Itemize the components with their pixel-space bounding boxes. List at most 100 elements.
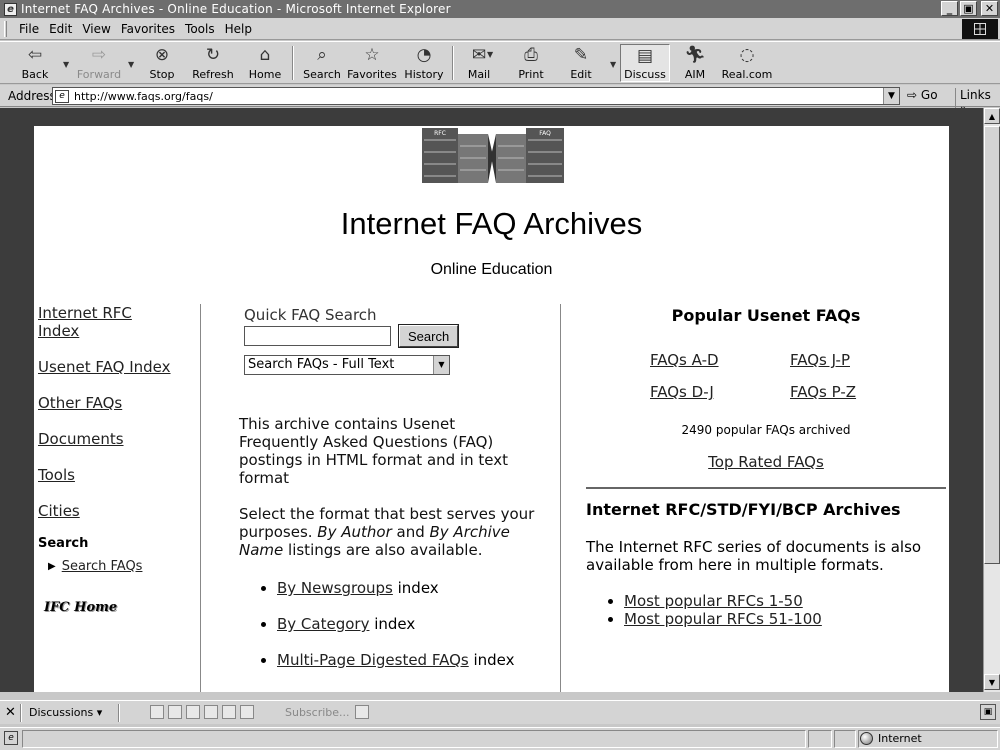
nav-link-tools[interactable]: Tools (38, 466, 198, 484)
link-popular-rfcs-1-50[interactable]: Most popular RFCs 1-50 (624, 592, 803, 610)
discussions-menu[interactable]: Discussions ▾ (29, 706, 102, 719)
home-button[interactable]: ⌂ Home (247, 44, 283, 82)
link-faqs-p-z[interactable]: FAQs P-Z (790, 383, 930, 401)
aim-button[interactable]: 🏃︎ AIM (680, 44, 710, 82)
menu-grip-handle[interactable] (4, 21, 7, 37)
previous-icon[interactable] (222, 705, 236, 719)
menu-tools[interactable]: Tools (180, 22, 220, 36)
scrollbar-thumb[interactable] (984, 126, 1000, 564)
link-popular-rfcs-51-100[interactable]: Most popular RFCs 51-100 (624, 610, 822, 628)
windows-logo-icon (962, 19, 998, 39)
scroll-up-icon[interactable]: ▲ (984, 108, 1000, 124)
scroll-down-icon[interactable]: ▼ (984, 674, 1000, 690)
address-url[interactable]: http://www.faqs.org/faqs/ (74, 90, 213, 103)
popular-faqs-heading: Popular Usenet FAQs (671, 306, 861, 325)
main-column: Quick FAQ Search Search Search FAQs - Fu… (239, 306, 559, 687)
go-button[interactable]: ⇨ Go (907, 88, 938, 102)
logo-label: USENET (463, 128, 484, 134)
vertical-scrollbar[interactable]: ▲ ▼ (983, 108, 1000, 692)
by-author-text: By Author (317, 523, 392, 541)
search-type-value: Search FAQs - Full Text (248, 357, 395, 372)
menu-favorites[interactable]: Favorites (116, 22, 180, 36)
list-suffix: index (468, 651, 515, 669)
discussion-action-icons (150, 705, 254, 719)
triangle-right-icon: ▶ (48, 561, 56, 572)
search-button[interactable]: ⌕ Search (302, 44, 342, 82)
address-dropdown-icon[interactable]: ▼ (883, 88, 899, 104)
close-button[interactable]: ✕ (981, 1, 998, 16)
format-text: listings are also available. (283, 541, 483, 559)
menu-view[interactable]: View (77, 22, 115, 36)
link-multi-page-digested[interactable]: Multi-Page Digested FAQs (277, 651, 469, 669)
show-hide-pane-icon[interactable] (355, 705, 369, 719)
refresh-button[interactable]: ↻ Refresh (192, 44, 234, 82)
history-button[interactable]: ◔ History (404, 44, 444, 82)
back-dropdown-icon[interactable]: ▼ (63, 60, 69, 69)
nav-link-usenet-faq-index[interactable]: Usenet FAQ Index (38, 358, 198, 376)
home-label: Home (248, 68, 282, 81)
restore-button[interactable]: ▣ (960, 1, 977, 16)
expand-all-icon[interactable] (186, 705, 200, 719)
address-input[interactable]: e http://www.faqs.org/faqs/ ▼ (52, 87, 900, 105)
aim-running-man-icon: 🏃︎ (684, 45, 706, 65)
print-button[interactable]: ⎙ Print (516, 44, 546, 82)
search-type-select[interactable]: Search FAQs - Full Text ▼ (244, 355, 450, 375)
link-by-newsgroups[interactable]: By Newsgroups (277, 579, 393, 597)
forward-button[interactable]: ⇨ Forward (76, 44, 122, 82)
favorites-button[interactable]: ☆ Favorites (347, 44, 397, 82)
mail-dropdown-icon[interactable]: ▼ (487, 50, 493, 59)
insert-discussion-icon[interactable] (150, 705, 164, 719)
discuss-icon: ▤ (636, 45, 654, 66)
nav-link-rfc-index[interactable]: Internet RFC Index (38, 304, 148, 340)
forward-dropdown-icon[interactable]: ▼ (128, 60, 134, 69)
close-icon[interactable]: ✕ (5, 705, 16, 720)
forward-arrow-icon: ⇨ (91, 45, 107, 65)
menu-edit[interactable]: Edit (44, 22, 77, 36)
quick-search-button[interactable]: Search (397, 324, 460, 348)
security-zone: Internet (860, 732, 922, 745)
link-top-rated-faqs[interactable]: Top Rated FAQs (708, 453, 824, 471)
realcom-button[interactable]: ◌ Real.com (722, 44, 773, 82)
link-by-category[interactable]: By Category (277, 615, 369, 633)
nav-link-cities[interactable]: Cities (38, 502, 198, 520)
nav-link-documents[interactable]: Documents (38, 430, 198, 448)
right-column: Popular Usenet FAQs FAQs A-D FAQs J-P FA… (586, 306, 946, 628)
search-label: Search (303, 68, 341, 81)
column-divider (560, 304, 561, 692)
collapse-all-icon[interactable] (204, 705, 218, 719)
next-icon[interactable] (240, 705, 254, 719)
link-faqs-j-p[interactable]: FAQs J-P (790, 351, 930, 369)
home-icon: ⌂ (259, 45, 271, 65)
ie-logo-icon: e (4, 2, 17, 16)
toolbar-separator (118, 704, 120, 722)
links-label: Links (960, 88, 991, 102)
edit-label: Edit (570, 68, 592, 81)
menu-help[interactable]: Help (220, 22, 257, 36)
list-suffix: index (369, 615, 416, 633)
faq-archives-logo: RFC USENET ARCHIVES FAQ (422, 128, 564, 183)
discuss-button[interactable]: ▤ Discuss (620, 44, 670, 82)
link-faqs-d-j[interactable]: FAQs D-J (650, 383, 790, 401)
status-bar: e Internet (0, 727, 1000, 750)
status-panel (834, 730, 856, 748)
back-button[interactable]: ⇦ Back (16, 44, 54, 82)
edit-button[interactable]: ✎ Edit (567, 44, 595, 82)
link-faqs-a-d[interactable]: FAQs A-D (650, 351, 790, 369)
intro-paragraph: This archive contains Usenet Frequently … (239, 415, 508, 487)
select-dropdown-icon[interactable]: ▼ (433, 356, 449, 374)
quick-search-input[interactable] (244, 326, 391, 346)
subscribe-button[interactable]: Subscribe... (285, 706, 350, 719)
edit-dropdown-icon[interactable]: ▼ (610, 60, 616, 69)
menu-file[interactable]: File (14, 22, 44, 36)
stop-button[interactable]: ⊗ Stop (145, 44, 179, 82)
discussion-server-icon[interactable]: ▣ (980, 704, 996, 720)
nav-link-other-faqs[interactable]: Other FAQs (38, 394, 198, 412)
page-subtitle: Online Education (430, 261, 553, 278)
window-controls: _ ▣ ✕ (941, 1, 998, 16)
toolbar-separator (292, 46, 294, 80)
nav-link-search-faqs[interactable]: Search FAQs (62, 559, 143, 574)
minimize-button[interactable]: _ (941, 1, 958, 16)
mail-label: Mail (467, 68, 491, 81)
reply-icon[interactable] (168, 705, 182, 719)
ifc-home-link[interactable]: IFC Home (44, 600, 198, 615)
